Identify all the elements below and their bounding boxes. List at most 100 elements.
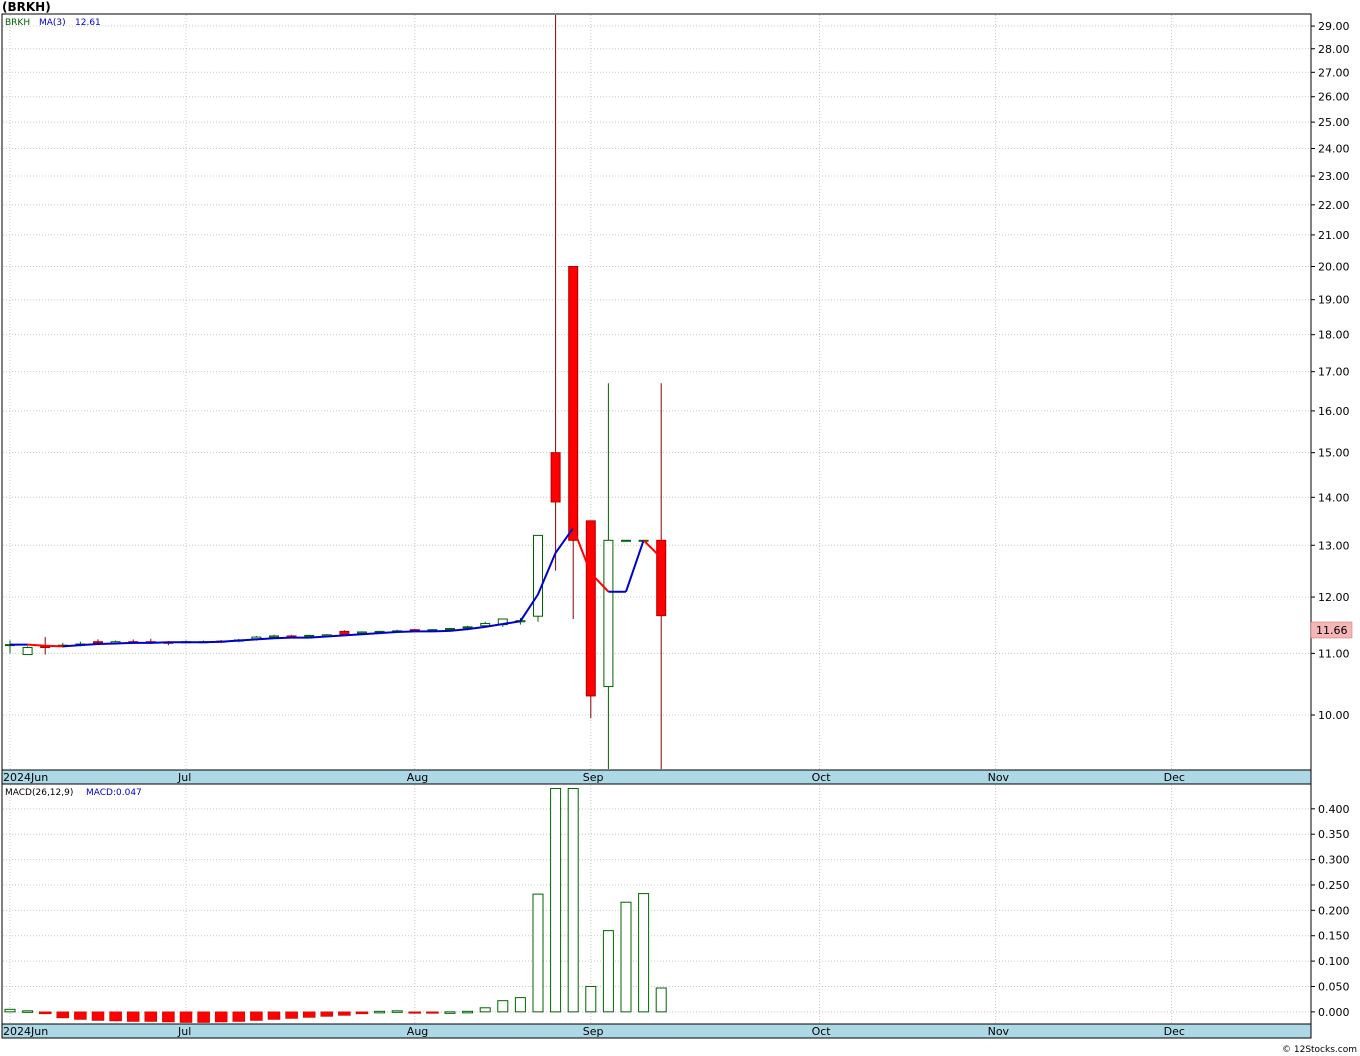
x-axis-label: Nov	[988, 1025, 1010, 1038]
price-y-tick-label: 11.00	[1318, 647, 1350, 660]
ma3-segment	[238, 638, 257, 642]
macd-bar	[479, 1007, 491, 1013]
macd-bar	[126, 1011, 140, 1022]
price-y-tick-label: 28.00	[1318, 43, 1350, 56]
macd-bar	[426, 1011, 439, 1014]
macd-bar	[232, 1011, 246, 1022]
ma3-segment	[80, 643, 99, 647]
ma3-segment	[397, 630, 415, 633]
candle-body	[550, 452, 561, 503]
x-axis-label: Nov	[988, 771, 1010, 784]
x-axis-label: Oct	[812, 1025, 832, 1038]
macd-x-axis-band	[1, 1023, 1312, 1039]
price-y-tick-label: 20.00	[1318, 261, 1350, 274]
price-y-tick-label: 21.00	[1318, 229, 1350, 242]
ma3-segment	[150, 641, 169, 644]
macd-bar	[74, 1011, 87, 1020]
price-y-tick-label: 22.00	[1318, 199, 1350, 212]
macd-bar	[567, 788, 579, 1013]
macd-bar	[179, 1011, 193, 1023]
macd-bar	[109, 1011, 122, 1022]
legend-symbol: BRKH	[5, 18, 30, 28]
macd-bar	[267, 1011, 281, 1020]
ma3-segment	[361, 632, 380, 636]
macd-bar	[462, 1010, 474, 1014]
macd-bar	[374, 1010, 386, 1014]
macd-bar	[302, 1011, 316, 1018]
ma3-segment	[344, 633, 363, 637]
macd-bar	[338, 1011, 351, 1016]
legend-ma-label: MA(3)	[39, 18, 66, 28]
price-y-tick-label: 19.00	[1318, 294, 1350, 307]
macd-bar	[4, 1008, 16, 1013]
price-y-tick-label: 16.00	[1318, 405, 1350, 418]
price-y-tick-label: 15.00	[1318, 447, 1350, 460]
macd-bar	[91, 1011, 105, 1021]
macd-bar	[214, 1011, 228, 1023]
price-y-tick-label: 24.00	[1318, 143, 1350, 156]
ma3-segment	[309, 635, 327, 639]
candle-body	[533, 534, 543, 617]
x-axis-label: Sep	[583, 1025, 604, 1038]
ma3-segment	[27, 643, 46, 647]
macd-bar	[22, 1010, 34, 1013]
x-axis-label: Dec	[1164, 1025, 1185, 1038]
macd-bar	[250, 1011, 263, 1021]
x-axis-label: Oct	[812, 771, 832, 784]
macd-y-tick-label: 0.300	[1318, 854, 1350, 867]
candle-body	[621, 539, 631, 542]
candle-body	[656, 539, 667, 617]
macd-bar	[444, 1011, 456, 1014]
macd-bar	[532, 893, 544, 1013]
macd-bar	[585, 985, 597, 1013]
macd-bar	[497, 1000, 509, 1013]
macd-y-tick-label: 0.050	[1318, 980, 1350, 993]
price-y-tick-label: 12.00	[1318, 591, 1350, 604]
candle-body	[339, 630, 350, 635]
legend-ma-value: 12.61	[75, 18, 101, 28]
price-y-tick-label: 13.00	[1318, 539, 1350, 552]
candle-body	[585, 520, 596, 697]
last-price-label: 11.66	[1316, 624, 1348, 637]
macd-bar	[514, 997, 526, 1013]
x-axis-label: Aug	[407, 1025, 428, 1038]
x-axis-label: Dec	[1164, 771, 1185, 784]
macd-bar	[638, 893, 650, 1013]
price-panel	[1, 13, 1312, 771]
macd-bar	[144, 1011, 158, 1022]
macd-y-tick-label: 0.150	[1318, 930, 1350, 943]
candle-body	[568, 266, 579, 541]
ma3-segment	[256, 637, 275, 641]
price-y-tick-label: 26.00	[1318, 91, 1350, 104]
ma3-segment	[115, 641, 134, 645]
x-axis-label: Aug	[407, 771, 428, 784]
ma3-segment	[203, 640, 222, 644]
macd-y-tick-label: 0.350	[1318, 828, 1350, 841]
macd-y-tick-label: 0.250	[1318, 879, 1350, 892]
ma3-segment	[379, 630, 398, 635]
ma3-segment	[326, 634, 345, 638]
macd-bar	[355, 1011, 369, 1015]
macd-legend-label: MACD(26,12,9)	[5, 788, 73, 798]
candle-body	[304, 634, 315, 637]
candle-body	[93, 641, 103, 644]
macd-y-tick-label: 0.100	[1318, 955, 1350, 968]
x-axis-label: 2024Jun	[3, 771, 48, 784]
macd-bar	[56, 1011, 70, 1019]
ma3-segment	[62, 644, 81, 648]
macd-y-tick-label: 0.000	[1318, 1006, 1350, 1019]
ma3-segment	[432, 629, 451, 633]
price-x-axis-band	[1, 769, 1312, 785]
ma3-segment	[97, 642, 116, 646]
macd-bar	[320, 1011, 334, 1017]
macd-bar	[391, 1010, 403, 1013]
candle-body	[603, 539, 614, 688]
x-axis-label: Jul	[177, 1025, 191, 1038]
macd-legend-value: MACD:0.047	[86, 788, 142, 798]
macd-bar	[408, 1011, 422, 1014]
candle-body	[445, 628, 455, 631]
price-y-tick-label: 18.00	[1318, 329, 1350, 342]
price-y-tick-label: 17.00	[1318, 366, 1350, 379]
macd-bar	[620, 901, 632, 1013]
price-y-tick-label: 14.00	[1318, 491, 1350, 504]
